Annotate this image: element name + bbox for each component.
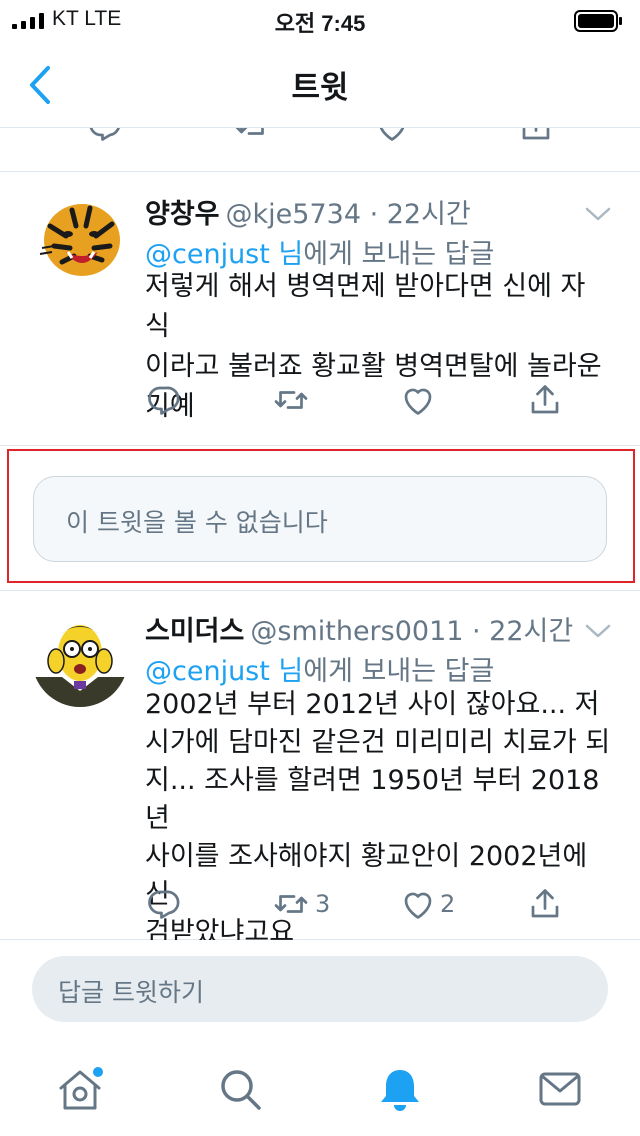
highlighted-unavailable-tweet: 이 트윗을 볼 수 없습니다	[7, 449, 635, 583]
like-icon[interactable]	[374, 128, 410, 144]
notifications-icon	[381, 1070, 419, 1111]
page-title: 트윗	[291, 70, 349, 106]
tweet-meta: 양창우 @kje5734 · 22시간	[145, 192, 471, 231]
reply-to-label: 에게 보내는 답글	[303, 656, 495, 687]
reply-button[interactable]	[145, 886, 181, 922]
unavailable-tweet-notice: 이 트윗을 볼 수 없습니다	[33, 476, 607, 562]
tweet-actions: 3 2	[145, 886, 585, 922]
like-icon	[404, 388, 432, 415]
reply-icon	[148, 386, 180, 415]
retweet-count: 3	[315, 890, 331, 918]
messages-icon	[539, 1072, 581, 1106]
share-icon[interactable]	[518, 128, 554, 144]
cartoon-avatar-image	[32, 611, 128, 707]
bottom-tab-bar	[0, 1040, 640, 1136]
status-bar: KT LTE 오전 7:45	[0, 0, 640, 42]
tweet-reply[interactable]: 양창우 @kje5734 · 22시간 @cenjust 님에게 보내는 답글 저…	[0, 172, 640, 446]
tweet-meta: 스미더스 @smithers0011 · 22시간	[145, 609, 573, 648]
nav-header: 트윗	[0, 42, 640, 128]
reply-compose-field[interactable]: 답글 트윗하기	[32, 956, 608, 1022]
avatar[interactable]	[32, 196, 128, 292]
reply-to-label: 에게 보내는 답글	[303, 239, 495, 270]
retweet-button[interactable]: 3	[271, 886, 330, 922]
reply-icon[interactable]	[86, 128, 122, 144]
handle-and-time: @kje5734 · 22시간	[225, 199, 471, 230]
previous-tweet-actions	[0, 128, 640, 172]
tab-home[interactable]	[55, 1064, 105, 1114]
tweet-actions	[145, 382, 585, 418]
tab-search[interactable]	[215, 1064, 265, 1114]
handle-and-time: @smithers0011 · 22시간	[250, 616, 574, 647]
retweet-icon	[274, 391, 308, 409]
author-name[interactable]: 스미더스	[145, 616, 244, 647]
like-button[interactable]	[400, 382, 440, 418]
reply-button[interactable]	[145, 382, 181, 418]
like-icon	[404, 892, 432, 919]
share-icon	[531, 385, 559, 414]
share-icon	[531, 889, 559, 918]
author-name[interactable]: 양창우	[145, 199, 220, 230]
reply-to-user-link[interactable]: @cenjust 님	[145, 656, 303, 687]
avatar[interactable]	[32, 611, 128, 707]
tab-notifications[interactable]	[375, 1064, 425, 1114]
share-button[interactable]	[527, 886, 563, 922]
share-button[interactable]	[527, 382, 563, 418]
unavailable-tweet-text: 이 트윗을 볼 수 없습니다	[66, 508, 328, 537]
battery-icon	[574, 10, 622, 32]
replying-to: @cenjust 님에게 보내는 답글	[145, 649, 494, 688]
chevron-down-icon[interactable]	[584, 204, 612, 224]
reply-icon	[148, 890, 180, 919]
retweet-icon	[274, 895, 308, 913]
replying-to: @cenjust 님에게 보내는 답글	[145, 232, 494, 271]
reply-to-user-link[interactable]: @cenjust 님	[145, 239, 303, 270]
search-icon	[221, 1070, 261, 1110]
retweet-icon[interactable]	[232, 128, 272, 144]
chevron-down-icon[interactable]	[584, 621, 612, 641]
conversation-list[interactable]: 양창우 @kje5734 · 22시간 @cenjust 님에게 보내는 답글 저…	[0, 128, 640, 940]
tiger-avatar-image	[32, 196, 128, 292]
like-button[interactable]: 2	[400, 886, 455, 922]
home-icon	[59, 1065, 105, 1110]
reply-placeholder: 답글 트윗하기	[58, 978, 204, 1007]
like-count: 2	[440, 890, 456, 918]
status-time: 오전 7:45	[274, 11, 366, 36]
tab-messages[interactable]	[535, 1064, 585, 1114]
retweet-button[interactable]	[271, 382, 315, 418]
